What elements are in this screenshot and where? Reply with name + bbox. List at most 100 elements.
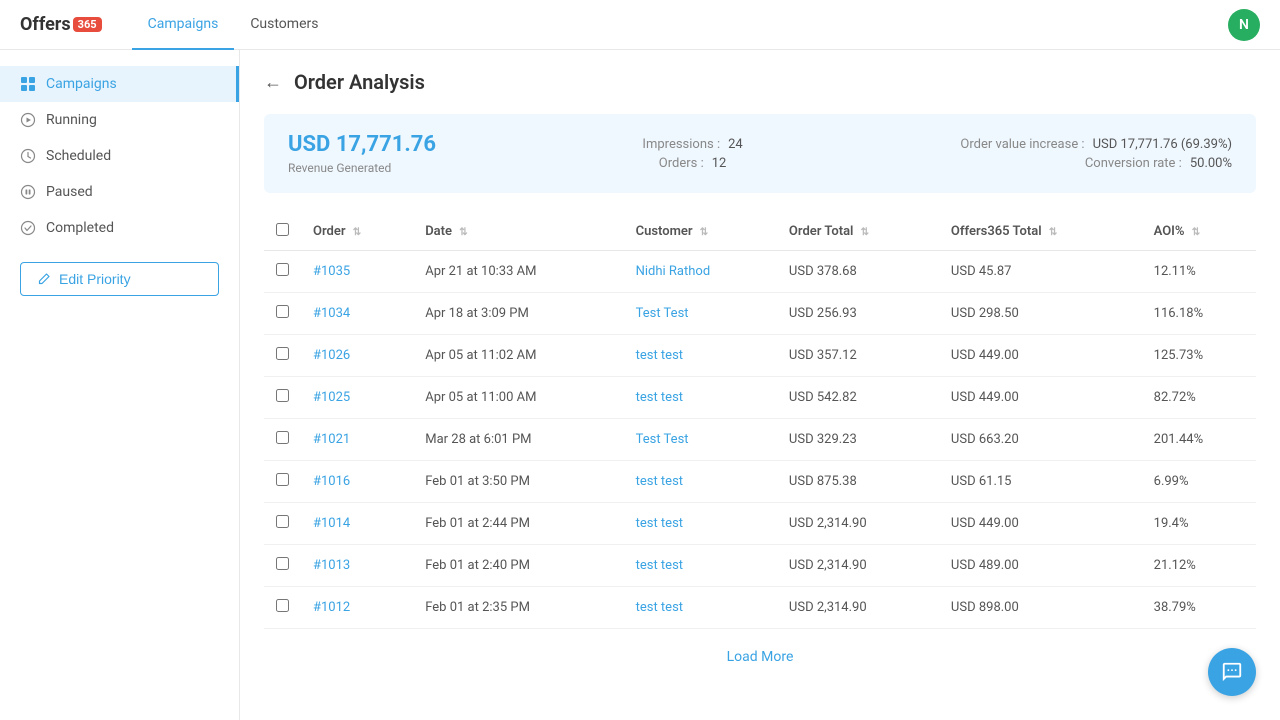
row-checkbox-5[interactable] [276,473,289,486]
row-checkbox-6[interactable] [276,515,289,528]
row-checkbox-2[interactable] [276,347,289,360]
load-more-button[interactable]: Load More [264,629,1256,685]
table-header-row: Order ⇅ Date ⇅ Customer ⇅ Order Total ⇅ … [264,213,1256,251]
header-aoi[interactable]: AOI% ⇅ [1142,213,1256,251]
table-row: #1034 Apr 18 at 3:09 PM Test Test USD 25… [264,293,1256,335]
row-aoi: 21.12% [1142,545,1256,587]
row-checkbox-col [264,335,301,377]
row-checkbox-col [264,377,301,419]
order-link-7[interactable]: #1013 [313,558,350,573]
row-checkbox-4[interactable] [276,431,289,444]
row-date: Feb 01 at 2:35 PM [413,587,623,629]
customer-link-1[interactable]: Test Test [636,306,689,321]
orders-row: Orders : 12 [659,156,727,171]
row-date: Feb 01 at 2:44 PM [413,503,623,545]
row-date: Mar 28 at 6:01 PM [413,419,623,461]
row-aoi: 19.4% [1142,503,1256,545]
header-order[interactable]: Order ⇅ [301,213,413,251]
sidebar-item-campaigns-label: Campaigns [46,76,117,92]
row-order-total: USD 2,314.90 [777,587,939,629]
sidebar-item-completed-label: Completed [46,220,114,236]
nav-customers[interactable]: Customers [234,0,334,50]
row-customer: test test [624,503,777,545]
table-row: #1021 Mar 28 at 6:01 PM Test Test USD 32… [264,419,1256,461]
select-all-checkbox[interactable] [276,223,289,236]
row-order: #1021 [301,419,413,461]
sidebar-item-running-label: Running [46,112,97,128]
sort-offers-total-icon: ⇅ [1049,227,1057,238]
row-checkbox-3[interactable] [276,389,289,402]
order-link-8[interactable]: #1012 [313,600,350,615]
row-aoi: 116.18% [1142,293,1256,335]
customer-link-3[interactable]: test test [636,390,683,405]
row-order-total: USD 875.38 [777,461,939,503]
row-checkbox-col [264,293,301,335]
table-row: #1026 Apr 05 at 11:02 AM test test USD 3… [264,335,1256,377]
layout: Campaigns Running Scheduled [0,50,1280,720]
row-order: #1026 [301,335,413,377]
order-value-increase-row: Order value increase : USD 17,771.76 (69… [960,137,1232,152]
stat-mid-section: Impressions : 24 Orders : 12 [558,137,828,171]
row-checkbox-8[interactable] [276,599,289,612]
customer-link-4[interactable]: Test Test [636,432,689,447]
impressions-value: 24 [728,137,743,152]
edit-priority-button[interactable]: Edit Priority [20,262,219,296]
header-offers-total[interactable]: Offers365 Total ⇅ [939,213,1142,251]
sort-date-icon: ⇅ [459,227,467,238]
sidebar-item-running[interactable]: Running [0,102,239,138]
row-order: #1014 [301,503,413,545]
impressions-label: Impressions : [642,137,720,152]
customer-link-6[interactable]: test test [636,516,683,531]
row-order-total: USD 256.93 [777,293,939,335]
sidebar-item-paused[interactable]: Paused [0,174,239,210]
row-offers-total: USD 449.00 [939,503,1142,545]
row-aoi: 12.11% [1142,251,1256,293]
row-checkbox-1[interactable] [276,305,289,318]
row-date: Feb 01 at 2:40 PM [413,545,623,587]
customer-link-8[interactable]: test test [636,600,683,615]
nav-campaigns[interactable]: Campaigns [132,0,235,50]
order-link-6[interactable]: #1014 [313,516,350,531]
row-customer: Test Test [624,419,777,461]
conversion-rate-label: Conversion rate : [1085,156,1182,171]
order-link-3[interactable]: #1025 [313,390,350,405]
row-checkbox-7[interactable] [276,557,289,570]
row-aoi: 6.99% [1142,461,1256,503]
header-date[interactable]: Date ⇅ [413,213,623,251]
row-offers-total: USD 61.15 [939,461,1142,503]
row-order: #1012 [301,587,413,629]
table-row: #1014 Feb 01 at 2:44 PM test test USD 2,… [264,503,1256,545]
row-order: #1034 [301,293,413,335]
order-link-2[interactable]: #1026 [313,348,350,363]
sidebar-item-campaigns[interactable]: Campaigns [0,66,239,102]
header-customer[interactable]: Customer ⇅ [624,213,777,251]
row-offers-total: USD 489.00 [939,545,1142,587]
order-link-5[interactable]: #1016 [313,474,350,489]
back-button[interactable]: ← [264,72,282,93]
sidebar-item-completed[interactable]: Completed [0,210,239,246]
row-date: Apr 05 at 11:00 AM [413,377,623,419]
top-nav: Offers 365 Campaigns Customers N [0,0,1280,50]
sort-order-icon: ⇅ [353,227,361,238]
sidebar-item-scheduled[interactable]: Scheduled [0,138,239,174]
row-checkbox-0[interactable] [276,263,289,276]
customer-link-0[interactable]: Nidhi Rathod [636,264,711,279]
logo-badge: 365 [73,17,102,32]
header-checkbox-col [264,213,301,251]
row-customer: test test [624,545,777,587]
page-header: ← Order Analysis [264,70,1256,94]
header-order-total[interactable]: Order Total ⇅ [777,213,939,251]
chat-button[interactable] [1208,648,1256,696]
order-link-1[interactable]: #1034 [313,306,350,321]
row-date: Apr 21 at 10:33 AM [413,251,623,293]
order-link-4[interactable]: #1021 [313,432,350,447]
row-checkbox-col [264,587,301,629]
row-order-total: USD 357.12 [777,335,939,377]
customer-link-5[interactable]: test test [636,474,683,489]
customer-link-7[interactable]: test test [636,558,683,573]
row-checkbox-col [264,545,301,587]
row-aoi: 38.79% [1142,587,1256,629]
order-link-0[interactable]: #1035 [313,264,350,279]
row-offers-total: USD 45.87 [939,251,1142,293]
customer-link-2[interactable]: test test [636,348,683,363]
